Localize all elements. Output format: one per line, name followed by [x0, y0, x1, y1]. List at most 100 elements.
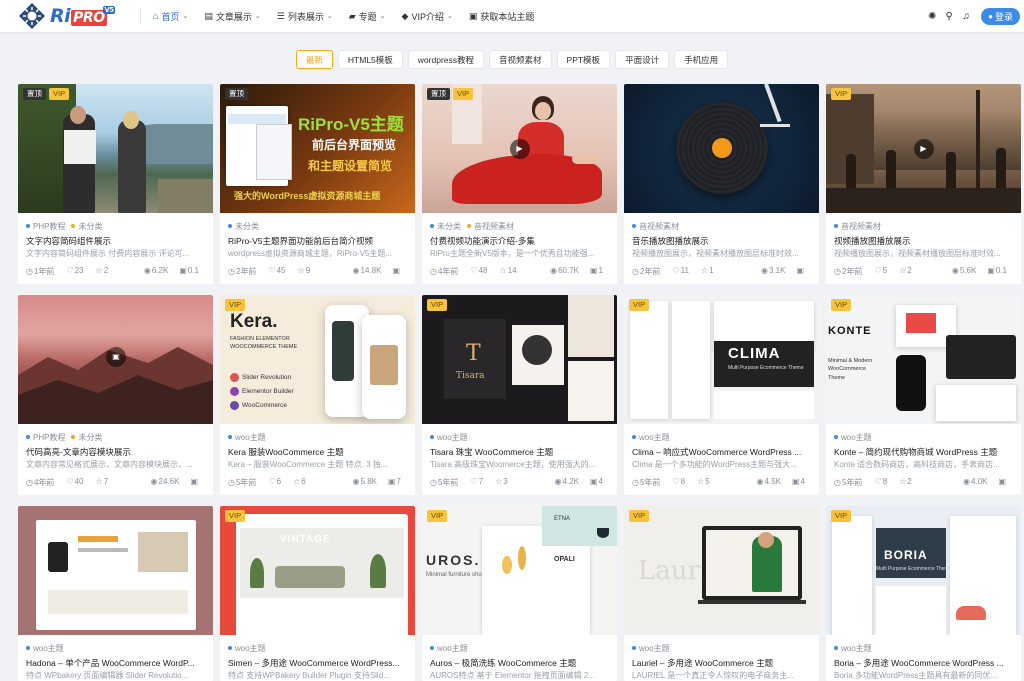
- thumbnail-image: UROS. Minimal furniture shop OPALI ETNA: [422, 506, 617, 635]
- post-likes: ♡23: [66, 266, 84, 275]
- post-stats: ◷5年前 ♡6 ☆6 ◉5.8K ▣7: [228, 477, 407, 488]
- post-card[interactable]: 置顶 VIP PHP教程 未分类 文字内容简码组件展示 文字内容简码组件展示 付费内容展示…: [18, 84, 213, 284]
- nav-item-4[interactable]: ◆ VIP介绍 ⌄: [402, 10, 453, 23]
- settings-icon[interactable]: ✺: [924, 11, 940, 22]
- post-likes: ♡8: [874, 477, 888, 486]
- post-title[interactable]: Kera 服装WooCommerce 主题: [228, 446, 408, 458]
- post-thumbnail[interactable]: VINTAGE VIP: [220, 506, 415, 635]
- post-comments: ▣: [796, 266, 811, 277]
- post-title[interactable]: RiPro-V5主题界面功能前后台简介视频: [228, 235, 408, 247]
- search-icon[interactable]: ⚲: [941, 11, 957, 22]
- post-title[interactable]: 音乐播放图播放展示: [632, 235, 812, 247]
- post-thumbnail[interactable]: ▣: [18, 295, 213, 424]
- post-views: ◉24.6K: [150, 477, 180, 486]
- post-categories: 未分类 音视频素材: [430, 221, 520, 232]
- post-card[interactable]: CLIMA Multi Purpose Ecommerce Theme VIP w…: [624, 295, 819, 495]
- category-link[interactable]: 未分类: [430, 222, 461, 231]
- post-favorites-icon: ☆: [700, 266, 709, 275]
- post-card[interactable]: 置顶 VIP ▶ 未分类 音视频素材 付费视频功能演示介绍-多集 RiPro主题全新V5版本…: [422, 84, 617, 284]
- post-comments: ▣: [998, 477, 1013, 488]
- post-card[interactable]: Lauriel VIP woo主题 Lauriel – 多用途 WooCommerc…: [624, 506, 819, 681]
- category-label: woo主题: [235, 433, 266, 442]
- post-card[interactable]: woo主题 Hadona – 单个产品 WooCommerce WordP... 特…: [18, 506, 213, 681]
- category-link[interactable]: 音视频素材: [632, 222, 679, 231]
- category-link[interactable]: 未分类: [71, 433, 102, 442]
- post-thumbnail[interactable]: Lauriel VIP: [624, 506, 819, 635]
- category-link[interactable]: 音视频素材: [834, 222, 881, 231]
- login-button[interactable]: ● 登录: [981, 7, 1020, 25]
- category-link[interactable]: woo主题: [632, 433, 670, 442]
- category-link[interactable]: woo主题: [430, 644, 468, 653]
- category-link[interactable]: woo主题: [228, 433, 266, 442]
- play-icon[interactable]: ▶: [913, 138, 934, 159]
- filter-tab[interactable]: 音视频素材: [489, 50, 552, 69]
- category-link[interactable]: woo主题: [26, 644, 64, 653]
- category-link[interactable]: woo主题: [834, 433, 872, 442]
- category-link[interactable]: woo主题: [228, 644, 266, 653]
- filter-tab[interactable]: PPT模板: [556, 50, 611, 69]
- post-title[interactable]: Hadona – 单个产品 WooCommerce WordP...: [26, 657, 206, 669]
- nav-item-2[interactable]: ☰ 列表展示 ⌄: [277, 10, 333, 23]
- nav-item-1[interactable]: ▤ 文章展示 ⌄: [204, 10, 260, 23]
- post-title[interactable]: 代码高亮-文章内容模块展示: [26, 446, 206, 458]
- post-title[interactable]: Tisara 珠宝 WooCommerce 主题: [430, 446, 610, 458]
- post-thumbnail[interactable]: T Tisara VIP: [422, 295, 617, 424]
- category-link[interactable]: PHP教程: [26, 222, 65, 231]
- post-thumbnail[interactable]: KONTE Minimal & Modern WooCommerce Theme…: [826, 295, 1021, 424]
- post-thumbnail[interactable]: BORIA Multi Purpose Ecommerce Theme VIP: [826, 506, 1021, 635]
- nav-item-5[interactable]: ▣ 获取本站主题: [469, 10, 535, 23]
- post-card[interactable]: BORIA Multi Purpose Ecommerce Theme VIP w…: [826, 506, 1021, 681]
- post-comments: ▣1: [589, 266, 603, 275]
- post-thumbnail[interactable]: 置顶 VIP: [18, 84, 213, 213]
- post-card[interactable]: T Tisara VIP woo主题 Tisara 珠宝 WooCommerce 主…: [422, 295, 617, 495]
- play-icon[interactable]: ▶: [509, 138, 530, 159]
- category-dot-icon: [228, 646, 232, 650]
- login-label: 登录: [994, 11, 1013, 22]
- post-title[interactable]: 视频播放图播放展示: [834, 235, 1014, 247]
- post-thumbnail[interactable]: 置顶 VIP ▶: [422, 84, 617, 213]
- post-title[interactable]: Clima – 响应式WooCommerce WordPress ...: [632, 446, 812, 458]
- category-link[interactable]: 未分类: [71, 222, 102, 231]
- filter-tab[interactable]: 平面设计: [615, 50, 670, 69]
- post-thumbnail[interactable]: UROS. Minimal furniture shop OPALI ETNA …: [422, 506, 617, 635]
- filter-tab[interactable]: 最新: [295, 50, 333, 69]
- post-stats: ◷2年前 ♡5 ☆2 ◉5.6K ▣0.1: [834, 266, 1013, 277]
- category-link[interactable]: 音视频素材: [467, 222, 514, 231]
- post-thumbnail[interactable]: [18, 506, 213, 635]
- post-thumbnail[interactable]: RiPro-V5主题 前后台界面预览 和主题设置简览 强大的WordPress虚…: [220, 84, 415, 213]
- filter-tab[interactable]: HTML5模板: [337, 50, 403, 69]
- post-stats: ◷2年前 ♡45 ☆9 ◉14.8K ▣: [228, 266, 407, 277]
- nav-item-0[interactable]: ⌂ 首页 ⌄: [153, 10, 188, 23]
- post-card[interactable]: 音视频素材 音乐播放图播放展示 视频播放图展示，视频素材播放图层标准时效... ◷2年…: [624, 84, 819, 284]
- post-card[interactable]: VINTAGE VIP woo主题 Simen – 多用途 WooCommerce …: [220, 506, 415, 681]
- post-card[interactable]: ▣ PHP教程 未分类 代码高亮-文章内容模块展示 文章内容常见格式展示，文章内容模块…: [18, 295, 213, 495]
- post-thumbnail[interactable]: [624, 84, 819, 213]
- post-title[interactable]: Lauriel – 多用途 WooCommerce 主题: [632, 657, 812, 669]
- nav-item-3[interactable]: ▰ 专题 ⌄: [349, 10, 386, 23]
- post-title[interactable]: 文字内容简码组件展示: [26, 235, 206, 247]
- post-thumbnail[interactable]: CLIMA Multi Purpose Ecommerce Theme VIP: [624, 295, 819, 424]
- post-card[interactable]: KONTE Minimal & Modern WooCommerce Theme…: [826, 295, 1021, 495]
- list-icon: ☰: [276, 10, 285, 21]
- post-thumbnail[interactable]: Kera. FASHION ELEMENTOR WOOCOMMERCE THEM…: [220, 295, 415, 424]
- post-title[interactable]: Auros – 极简洗练 WooCommerce 主题: [430, 657, 610, 669]
- site-logo[interactable]: Ri PRO V5: [18, 0, 118, 32]
- filter-tab[interactable]: wordpress教程: [407, 50, 485, 69]
- category-link[interactable]: PHP教程: [26, 433, 65, 442]
- post-title[interactable]: Boria – 多用途 WooCommerce WordPress ...: [834, 657, 1014, 669]
- post-card[interactable]: RiPro-V5主题 前后台界面预览 和主题设置简览 强大的WordPress虚…: [220, 84, 415, 284]
- post-thumbnail[interactable]: VIP ▶: [826, 84, 1021, 213]
- post-title[interactable]: Simen – 多用途 WooCommerce WordPress...: [228, 657, 408, 669]
- category-link[interactable]: woo主题: [632, 644, 670, 653]
- post-card[interactable]: UROS. Minimal furniture shop OPALI ETNA …: [422, 506, 617, 681]
- post-favorites: ☆2: [899, 266, 912, 275]
- category-link[interactable]: woo主题: [430, 433, 468, 442]
- post-title[interactable]: Konte – 简约现代购物商城 WordPress 主题: [834, 446, 1014, 458]
- post-card[interactable]: Kera. FASHION ELEMENTOR WOOCOMMERCE THEM…: [220, 295, 415, 495]
- filter-tab[interactable]: 手机应用: [674, 50, 729, 69]
- notification-bell-icon[interactable]: ♫: [958, 11, 974, 22]
- category-link[interactable]: 未分类: [228, 222, 259, 231]
- category-link[interactable]: woo主题: [834, 644, 872, 653]
- post-card[interactable]: VIP ▶ 音视频素材 视频播放图播放展示 视频播放图展示，视频素材播放图层标准时效..…: [826, 84, 1021, 284]
- post-title[interactable]: 付费视频功能演示介绍-多集: [430, 235, 610, 247]
